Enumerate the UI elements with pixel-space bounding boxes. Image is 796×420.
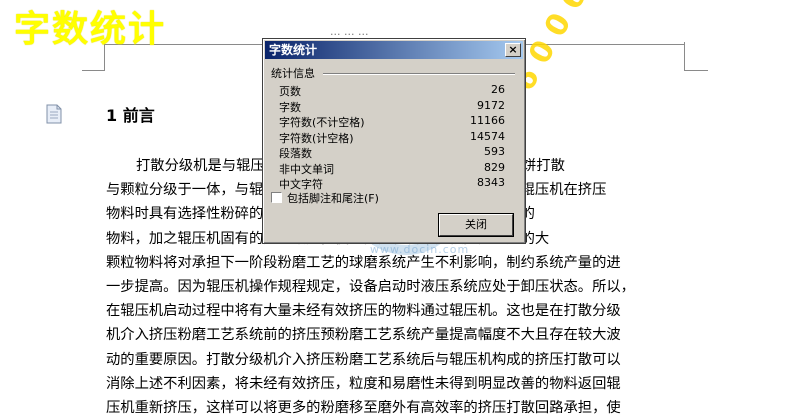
body-line: 在辊压机启动过程中将有大量未经有效挤压的物料通过辊压机。这也是在打散分级 bbox=[106, 303, 621, 320]
crop-mark-left-h bbox=[82, 70, 105, 71]
stat-row: 非中文单词 829 bbox=[279, 161, 505, 177]
document-icon bbox=[46, 104, 62, 124]
stat-label: 非中文单词 bbox=[279, 162, 334, 176]
stat-row: 字数 9172 bbox=[279, 99, 505, 115]
stat-value: 8343 bbox=[477, 176, 505, 189]
stat-label: 段落数 bbox=[279, 147, 312, 160]
dialog-titlebar[interactable]: 字数统计 × bbox=[265, 41, 523, 59]
stat-value: 26 bbox=[491, 83, 505, 96]
section-heading: 1 前言 bbox=[106, 106, 155, 125]
include-footnotes-checkbox[interactable] bbox=[271, 192, 282, 203]
body-line: 压机重新挤压，这样可以将更多的粉磨移至磨外有高效率的挤压打散回路承担，使 bbox=[106, 399, 621, 416]
stat-row: 页数 26 bbox=[279, 83, 505, 99]
stat-value: 14574 bbox=[470, 129, 505, 143]
dialog-title: 字数统计 bbox=[269, 43, 318, 57]
body-line: 机介入挤压粉磨工艺系统前的挤压预粉磨工艺系统产量提高幅度不大且存在较大波 bbox=[106, 327, 621, 344]
body-line: 消除上述不利因素，将未经有效挤压，粒度和易磨性未得到明显改善的物料返回辊 bbox=[106, 375, 621, 392]
crop-mark-right-h bbox=[684, 70, 708, 71]
word-count-dialog: 字数统计 × 统计信息 页数 26 字数 9172 字符数(不计空格) 1116… bbox=[262, 38, 526, 244]
stat-label: 页数 bbox=[279, 85, 301, 98]
group-divider bbox=[323, 73, 515, 75]
close-button[interactable]: 关闭 bbox=[439, 214, 513, 236]
stat-label: 字符数(计空格) bbox=[279, 131, 354, 145]
close-icon[interactable]: × bbox=[505, 43, 521, 57]
stat-row: 字符数(计空格) 14574 bbox=[279, 130, 505, 146]
stat-row: 字符数(不计空格) 11166 bbox=[279, 114, 505, 130]
stat-label: 字符数(不计空格) bbox=[279, 116, 365, 129]
stat-value: 9172 bbox=[477, 98, 505, 112]
body-line: 动的重要原因。打散分级机介入挤压粉磨工艺系统后与辊压机构成的挤压打散可以 bbox=[106, 351, 621, 368]
crop-mark-right-v bbox=[684, 42, 685, 70]
stat-value: 593 bbox=[484, 145, 505, 158]
group-label: 统计信息 bbox=[271, 67, 315, 80]
stat-row: 段落数 593 bbox=[279, 145, 505, 161]
overlay-title: 字数统计 bbox=[14, 9, 167, 50]
stat-label: 字数 bbox=[279, 100, 301, 114]
include-footnotes-label[interactable]: 包括脚注和尾注(F) bbox=[287, 190, 379, 206]
stat-value: 11166 bbox=[470, 114, 505, 127]
body-line: 一步提高。因为辊压机操作规程规定，设备启动时液压系统应处于卸压状态。所以， bbox=[106, 278, 635, 295]
stats-list: 页数 26 字数 9172 字符数(不计空格) 11166 字符数(计空格) 1… bbox=[279, 83, 505, 192]
watermark-url: www.docin.com bbox=[370, 243, 470, 256]
stat-value: 829 bbox=[484, 160, 505, 174]
